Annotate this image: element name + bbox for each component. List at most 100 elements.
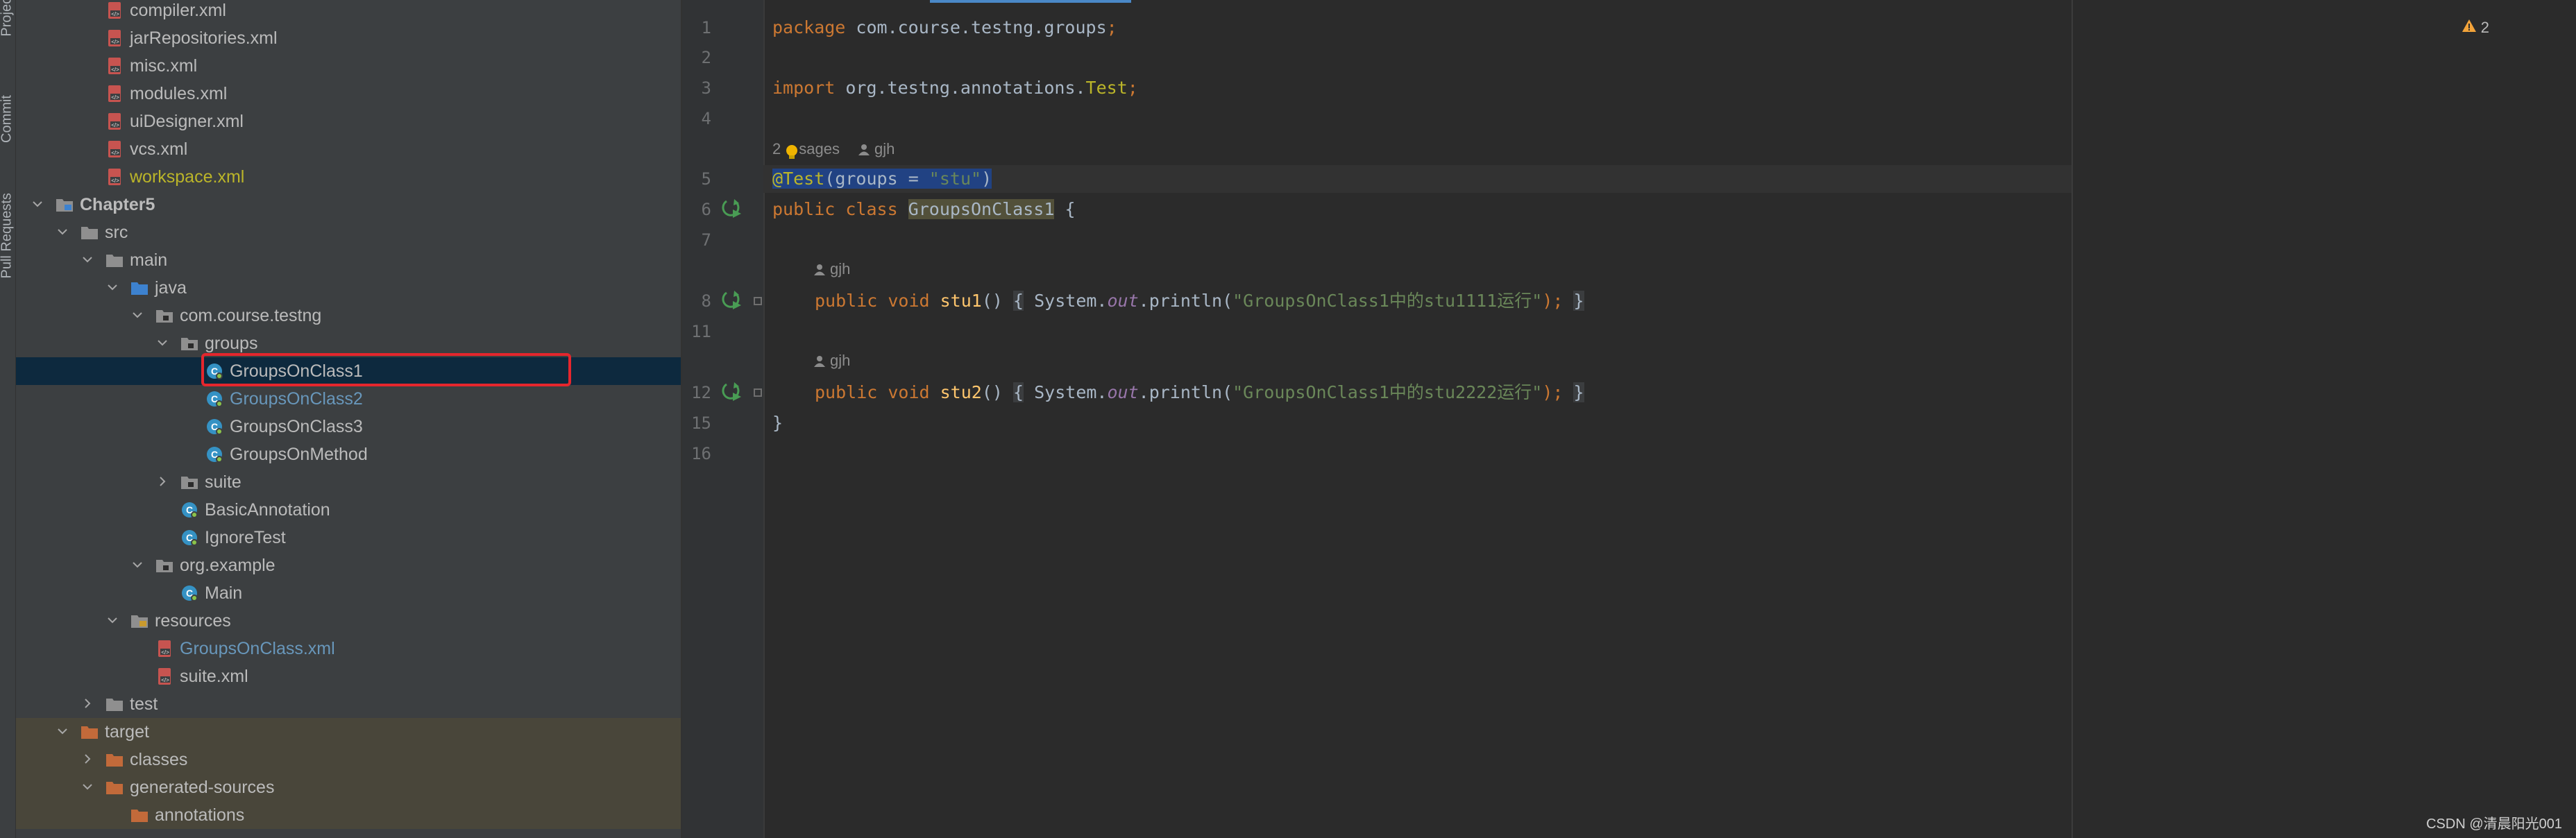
code-editor[interactable]: package com.course.testng.groups; import…: [763, 0, 2576, 838]
chevron-down-icon[interactable]: [108, 282, 117, 292]
line-number: 3: [701, 78, 711, 98]
chevron-down-icon[interactable]: [83, 782, 92, 792]
tree-item[interactable]: src: [16, 219, 681, 246]
chevron-right-icon[interactable]: [83, 699, 92, 708]
active-tab-indicator: [930, 0, 1131, 3]
tool-pull-requests-label[interactable]: Pull Requests: [0, 193, 15, 278]
tool-commit-label[interactable]: Commit: [0, 92, 15, 147]
tree-item[interactable]: C GroupsOnMethod: [16, 441, 681, 468]
annotation-name: Test: [783, 169, 825, 189]
tree-item[interactable]: C IgnoreTest: [16, 524, 681, 551]
folded-brace[interactable]: }: [1573, 382, 1584, 402]
chevron-down-icon[interactable]: [158, 338, 167, 348]
fold-icon[interactable]: [754, 388, 762, 397]
semicolon: ;: [1127, 78, 1138, 98]
right-margin-guide: [2071, 0, 2073, 838]
import-path: org.testng.annotations.: [835, 78, 1086, 98]
tree-item[interactable]: resources: [16, 607, 681, 635]
line-number: 4: [701, 109, 711, 128]
tree-item[interactable]: C Main: [16, 579, 681, 607]
highlight-box: [201, 353, 571, 386]
tree-item[interactable]: </> jarRepositories.xml: [16, 24, 681, 52]
code-line-5: @Test(groups = "stu"): [772, 165, 992, 193]
folded-brace[interactable]: }: [1573, 291, 1584, 311]
tree-item-label: test: [130, 694, 158, 714]
tree-item[interactable]: </> GroupsOnClass.xml: [16, 635, 681, 662]
tree-item[interactable]: annotations: [16, 801, 681, 829]
chevron-down-icon[interactable]: [58, 726, 67, 736]
tool-window-strip: Project Commit Pull Requests: [0, 0, 16, 838]
chevron-right-icon[interactable]: [158, 477, 167, 486]
chevron-down-icon[interactable]: [133, 560, 142, 570]
tree-item[interactable]: </> suite.xml: [16, 662, 681, 690]
tree-item[interactable]: </> vcs.xml: [16, 135, 681, 163]
line-number: 5: [701, 169, 711, 189]
tree-item-label: IgnoreTest: [205, 528, 286, 547]
package-icon: [155, 556, 174, 575]
chevron-down-icon[interactable]: [83, 255, 92, 264]
chevron-down-icon[interactable]: [133, 310, 142, 320]
excluded-folder-icon: [105, 750, 124, 769]
tree-item[interactable]: C BasicAnnotation: [16, 496, 681, 524]
xml-file-icon: </>: [105, 139, 124, 159]
tree-item[interactable]: C GroupsOnClass3: [16, 413, 681, 441]
tree-item[interactable]: com.course.testng: [16, 302, 681, 330]
xml-file-icon: </>: [155, 639, 174, 658]
folded-brace[interactable]: {: [1013, 291, 1024, 311]
tree-item[interactable]: org.example: [16, 551, 681, 579]
tool-project-label[interactable]: Project: [0, 0, 15, 43]
method-name: stu2: [940, 382, 982, 402]
tree-item[interactable]: </> modules.xml: [16, 80, 681, 108]
chevron-down-icon[interactable]: [108, 615, 117, 625]
tree-item[interactable]: </> uiDesigner.xml: [16, 108, 681, 135]
chevron-down-icon[interactable]: [33, 199, 42, 209]
tree-item[interactable]: java: [16, 274, 681, 302]
run-test-icon[interactable]: [720, 197, 743, 219]
inspection-widget[interactable]: 2: [2461, 19, 2489, 37]
java-class-icon: C: [205, 389, 224, 409]
tree-item-label: src: [105, 223, 128, 242]
tree-item[interactable]: </> compiler.xml: [16, 0, 681, 24]
line-number: 1: [701, 18, 711, 37]
usages-count: 2: [772, 140, 781, 157]
chevron-right-icon[interactable]: [83, 754, 92, 764]
tree-item[interactable]: test: [16, 690, 681, 718]
source-folder-icon: [130, 278, 149, 298]
tree-item[interactable]: </> misc.xml: [16, 52, 681, 80]
tree-item[interactable]: main: [16, 246, 681, 274]
system-ref: System.: [1024, 382, 1108, 402]
semicolon: ;: [1106, 17, 1117, 37]
tree-item[interactable]: classes: [16, 746, 681, 773]
run-test-icon[interactable]: [720, 380, 743, 402]
tree-item-label: resources: [155, 611, 231, 631]
tree-item[interactable]: suite: [16, 468, 681, 496]
excluded-folder-icon: [105, 778, 124, 797]
line-number: 16: [691, 444, 711, 463]
lightbulb-icon[interactable]: [783, 143, 801, 161]
tree-item[interactable]: </> workspace.xml: [16, 163, 681, 191]
chevron-down-icon[interactable]: [58, 227, 67, 237]
tree-item-label: suite.xml: [180, 667, 248, 686]
keyword: public: [815, 291, 878, 311]
tree-item-label: GroupsOnMethod: [230, 445, 368, 464]
tree-item[interactable]: C GroupsOnClass2: [16, 385, 681, 413]
annotation-at: @: [772, 169, 783, 189]
run-test-icon[interactable]: [720, 289, 743, 311]
tree-item[interactable]: Chapter5: [16, 191, 681, 219]
field-ref: out: [1107, 291, 1139, 311]
author-hint[interactable]: gjh: [813, 257, 850, 282]
watermark: CSDN @清晨阳光001: [2426, 816, 2562, 832]
svg-text:</>: </>: [111, 11, 119, 17]
code-line-8: public void stu1() { System.out.println(…: [815, 287, 1584, 315]
class-name: GroupsOnClass1: [908, 199, 1055, 219]
tree-item[interactable]: generated-sources: [16, 773, 681, 801]
keyword: void: [877, 382, 940, 402]
fold-icon[interactable]: [754, 297, 762, 305]
author-hint[interactable]: gjh: [813, 348, 850, 373]
package-icon: [180, 334, 199, 353]
tree-item[interactable]: target: [16, 718, 681, 746]
author-name: gjh: [874, 140, 895, 157]
line-number: 15: [691, 413, 711, 433]
folded-brace[interactable]: {: [1013, 382, 1024, 402]
package-name: com.course.testng.groups: [845, 17, 1107, 37]
